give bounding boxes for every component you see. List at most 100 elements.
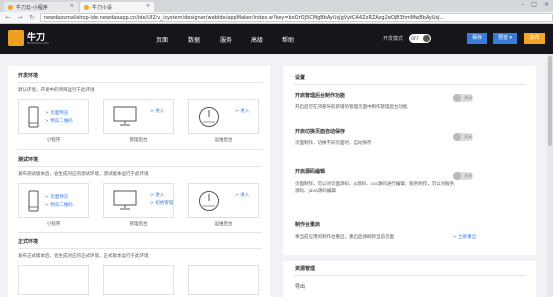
minimize-icon[interactable]: – <box>521 1 524 8</box>
page-preview-link[interactable]: > 页面预览 <box>45 194 68 200</box>
setting-desc: 页面制作，切换不同页面时，自动保存 <box>295 141 372 146</box>
switch-knob <box>453 94 461 102</box>
dev-mode-toggle[interactable]: OFF <box>409 34 431 43</box>
enter-link[interactable]: > 进入 <box>150 192 164 198</box>
card-caption: 小程序 <box>46 222 61 227</box>
switch-state: 关闭 <box>464 95 472 100</box>
setting-desc: 开启后可在顶部导航新增的管理页面中制作管理后台功能 <box>295 105 408 110</box>
browser-tab[interactable]: 牛刀云-小程序 × <box>4 2 78 12</box>
section-title-prod: 正式环境 <box>18 239 39 245</box>
browser-tab-bar: 牛刀云-小程序 × 牛刀小设 × – □ × <box>0 0 553 12</box>
autosave-switch[interactable]: 关闭 <box>453 133 473 141</box>
setting-desc: 将当前应用的制作台重启，重启后请刷新当前页面 <box>295 235 394 240</box>
settings-panel: 设置 开启管理后台制作功能 开启后可在顶部导航新增的管理页面中制作管理后台功能 … <box>283 66 536 297</box>
preview-button[interactable]: 预览 ▾ <box>493 33 517 44</box>
switch-knob <box>453 172 461 180</box>
card-admin-test: > 进入 > 初始管理 <box>103 183 174 218</box>
switch-knob <box>453 133 461 141</box>
export-label[interactable]: 导出 <box>295 283 305 290</box>
close-icon[interactable]: × <box>146 3 150 9</box>
page-preview-link[interactable]: > 页面预览 <box>45 110 68 116</box>
enter-link[interactable]: > 进入 <box>235 192 249 198</box>
monitor-icon <box>113 106 137 126</box>
toggle-state: OFF <box>411 36 419 41</box>
close-icon[interactable]: × <box>70 3 74 9</box>
divider <box>18 232 262 233</box>
section-title-dev: 开发环境 <box>18 73 39 79</box>
phone-icon <box>28 190 39 212</box>
gauge-icon <box>199 107 219 127</box>
environments-panel: 开发环境 默认环境，开发中的项目运行于此环境 > 页面预览 > 预览二维码 小程… <box>8 66 270 297</box>
card-miniprogram-dev: > 页面预览 > 预览二维码 <box>18 99 89 134</box>
phone-icon <box>28 106 39 128</box>
setting-desc: 页面制作，可以对页面源码、js源码、css源码进行编辑；服务制作，可以对服务源码… <box>295 182 455 194</box>
back-icon[interactable]: ← <box>4 14 12 21</box>
section-desc-test: 发布测试版本后，会生成对应的测试环境，测试版本运行于此环境 <box>18 172 149 177</box>
preview-qrcode-link[interactable]: > 预览二维码 <box>45 118 73 124</box>
tab-label: 牛刀小设 <box>92 4 113 11</box>
card-caption: 运维后台 <box>214 222 233 227</box>
source-edit-switch[interactable]: 关闭 <box>453 172 473 180</box>
enter-link[interactable]: > 进入 <box>235 108 249 114</box>
menu-help[interactable]: 帮助 <box>282 35 294 44</box>
card-miniprogram-prod <box>18 265 89 295</box>
settings-title: 设置 <box>295 75 306 81</box>
logo-icon <box>8 30 24 46</box>
card-caption: 小程序 <box>46 138 61 143</box>
divider <box>293 275 526 276</box>
restart-link[interactable]: > 立即重启 <box>453 234 476 240</box>
save-button[interactable]: 保存 <box>467 33 487 44</box>
monitor-icon <box>113 190 137 210</box>
dev-mode-label: 开发模式 <box>383 36 404 42</box>
menu-services[interactable]: 服务 <box>220 35 232 44</box>
card-caption: 管理后台 <box>129 138 148 143</box>
app-header: 牛刀 NEWDAO.COM 页面 数据 服务 高级 帮助 开发模式 OFF 保存… <box>0 24 553 54</box>
card-caption: 运维后台 <box>214 138 233 143</box>
publish-button[interactable]: 发布 <box>524 33 545 44</box>
browser-tab-active[interactable]: 牛刀小设 × <box>80 2 154 12</box>
toggle-knob <box>423 35 430 42</box>
enter-link[interactable]: > 进入 <box>150 108 164 114</box>
favicon-icon <box>8 4 13 10</box>
resources-title: 资源管理 <box>295 266 316 272</box>
window-controls: – □ × <box>521 1 549 8</box>
card-caption: 管理后台 <box>129 222 148 227</box>
setting-title: 开启管理后台制作功能 <box>295 93 346 99</box>
card-ops-test: > 进入 <box>188 183 259 218</box>
gauge-icon <box>199 191 219 211</box>
setting-title: 开启切换页面自动保存 <box>295 129 346 135</box>
card-miniprogram-test: > 页面预览 > 预览二维码 <box>18 183 89 218</box>
menu-data[interactable]: 数据 <box>188 35 200 44</box>
main-content: 开发环境 默认环境，开发中的项目运行于此环境 > 页面预览 > 预览二维码 小程… <box>0 54 553 297</box>
card-ops-dev: > 进入 <box>188 99 259 134</box>
card-ops-prod <box>188 265 259 295</box>
forward-icon[interactable]: → <box>16 14 24 21</box>
maximize-icon[interactable]: □ <box>531 1 537 8</box>
init-admin-link[interactable]: > 初始管理 <box>150 200 173 206</box>
divider <box>18 166 262 167</box>
switch-state: 关闭 <box>464 173 472 178</box>
divider <box>18 82 262 83</box>
section-desc-prod: 发布正式版本后，会生成对应的正式环境，正式版本运行于此环境 <box>18 254 149 259</box>
card-admin-dev: > 进入 <box>103 99 174 134</box>
address-bar: ← → ↻ newdaosmallshop-ide.newdaoapp.cn/i… <box>0 12 553 24</box>
favicon-icon <box>84 4 89 10</box>
reload-icon[interactable]: ↻ <box>28 14 36 21</box>
card-admin-prod <box>103 265 174 295</box>
logo-subtext: NEWDAO.COM <box>27 41 49 45</box>
close-window-icon[interactable]: × <box>544 1 549 8</box>
menu-advanced[interactable]: 高级 <box>251 35 263 44</box>
admin-build-switch[interactable]: 关闭 <box>453 94 473 102</box>
menu-pages[interactable]: 页面 <box>156 35 168 44</box>
divider <box>18 248 262 249</box>
setting-title: 开启源码编辑 <box>295 169 326 175</box>
section-desc-dev: 默认环境，开发中的项目运行于此环境 <box>18 88 95 93</box>
preview-qrcode-link[interactable]: > 预览二维码 <box>45 202 73 208</box>
scrollbar-thumb[interactable] <box>548 56 552 146</box>
divider <box>18 149 262 150</box>
section-gap <box>283 255 536 261</box>
section-title-test: 测试环境 <box>18 157 39 163</box>
tab-label: 牛刀云-小程序 <box>16 4 48 11</box>
url-input[interactable]: newdaosmallshop-ide.newdaoapp.cn/ide/UI2… <box>39 13 553 22</box>
switch-state: 关闭 <box>464 134 472 139</box>
